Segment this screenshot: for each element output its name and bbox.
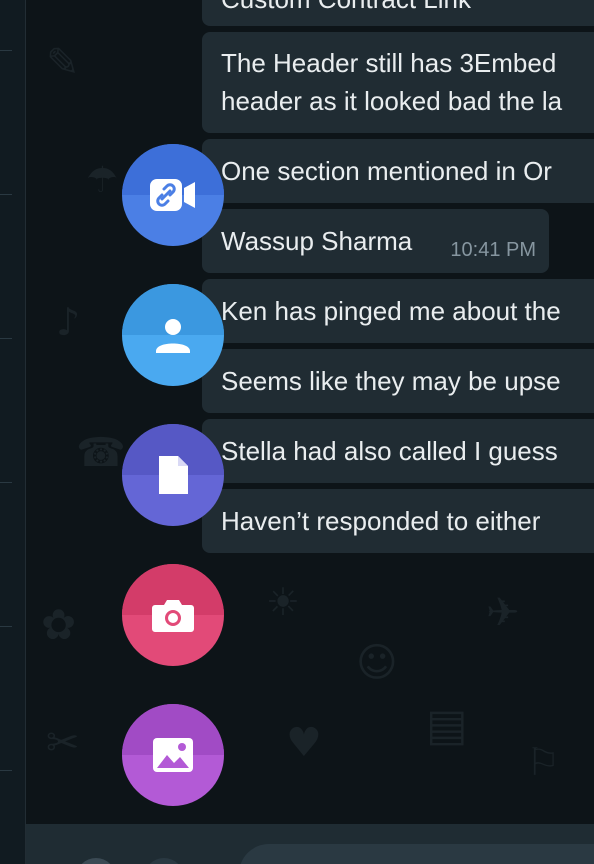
message-bubble[interactable]: Stella had also called I guess bbox=[202, 419, 594, 483]
image-icon bbox=[122, 704, 224, 806]
wallpaper-doodle-icon: ✎ bbox=[46, 40, 80, 86]
message-bubble[interactable]: Ken has pinged me about the bbox=[202, 279, 594, 343]
chat-list-sidebar bbox=[0, 0, 26, 864]
chat-list-divider bbox=[0, 50, 12, 51]
message-bubble[interactable]: Seems like they may be upse bbox=[202, 349, 594, 413]
message-text: Stella had also called I guess bbox=[221, 436, 558, 466]
message-bubble[interactable]: The Header still has 3Embed header as it… bbox=[202, 32, 594, 133]
message-bubble[interactable]: Custom Contract Link bbox=[202, 0, 594, 26]
attach-document-button[interactable] bbox=[122, 424, 224, 526]
wallpaper-doodle-icon: ☺ bbox=[356, 640, 398, 686]
message-text: header as it looked bad the la bbox=[221, 86, 563, 116]
message-timestamp: 10:41 PM bbox=[450, 239, 536, 261]
chat-list-divider bbox=[0, 482, 12, 483]
message-text: The Header still has 3Embed bbox=[221, 48, 557, 78]
attach-icon[interactable] bbox=[144, 858, 184, 864]
wallpaper-doodle-icon: ☀ bbox=[266, 580, 301, 624]
wallpaper-doodle-icon: ♪ bbox=[56, 300, 81, 344]
message-input[interactable] bbox=[239, 844, 594, 864]
attach-camera-button[interactable] bbox=[122, 564, 224, 666]
message-text: One section mentioned in Or bbox=[221, 156, 552, 186]
attach-photos-button[interactable] bbox=[122, 704, 224, 806]
camera-icon bbox=[122, 564, 224, 666]
emoji-icon[interactable] bbox=[76, 858, 116, 864]
message-bubble[interactable]: One section mentioned in Or bbox=[202, 139, 594, 203]
attach-contact-button[interactable] bbox=[122, 284, 224, 386]
document-icon bbox=[122, 424, 224, 526]
wallpaper-doodle-icon: ⚐ bbox=[526, 740, 561, 784]
chat-list-divider bbox=[0, 338, 12, 339]
message-text: Ken has pinged me about the bbox=[221, 296, 561, 326]
chat-list-divider bbox=[0, 626, 12, 627]
video-link-icon bbox=[122, 144, 224, 246]
whatsapp-window: ✎ ☂ ♪ ☎ ✿ ☀ ☺ ✈ ♥ ▤ ⚐ ✂ Custom Contract … bbox=[0, 0, 594, 864]
message-text: Haven’t responded to either bbox=[221, 506, 541, 536]
wallpaper-doodle-icon: ▤ bbox=[426, 700, 468, 751]
wallpaper-doodle-icon: ☂ bbox=[86, 160, 119, 201]
chat-list-divider bbox=[0, 194, 12, 195]
message-text: Custom Contract Link bbox=[221, 0, 583, 18]
message-bubble[interactable]: Wassup Sharma 10:41 PM bbox=[202, 209, 549, 273]
wallpaper-doodle-icon: ✂ bbox=[46, 720, 80, 766]
message-bubble[interactable]: Haven’t responded to either bbox=[202, 489, 594, 553]
wallpaper-doodle-icon: ✿ bbox=[41, 600, 77, 649]
wallpaper-doodle-icon: ♥ bbox=[286, 720, 322, 766]
person-icon bbox=[122, 284, 224, 386]
wallpaper-doodle-icon: ☎ bbox=[76, 430, 126, 476]
attach-room-button[interactable] bbox=[122, 144, 224, 246]
message-text: Seems like they may be upse bbox=[221, 366, 561, 396]
chat-list-divider bbox=[0, 770, 12, 771]
wallpaper-doodle-icon: ✈ bbox=[486, 590, 520, 636]
compose-footer bbox=[26, 824, 594, 864]
